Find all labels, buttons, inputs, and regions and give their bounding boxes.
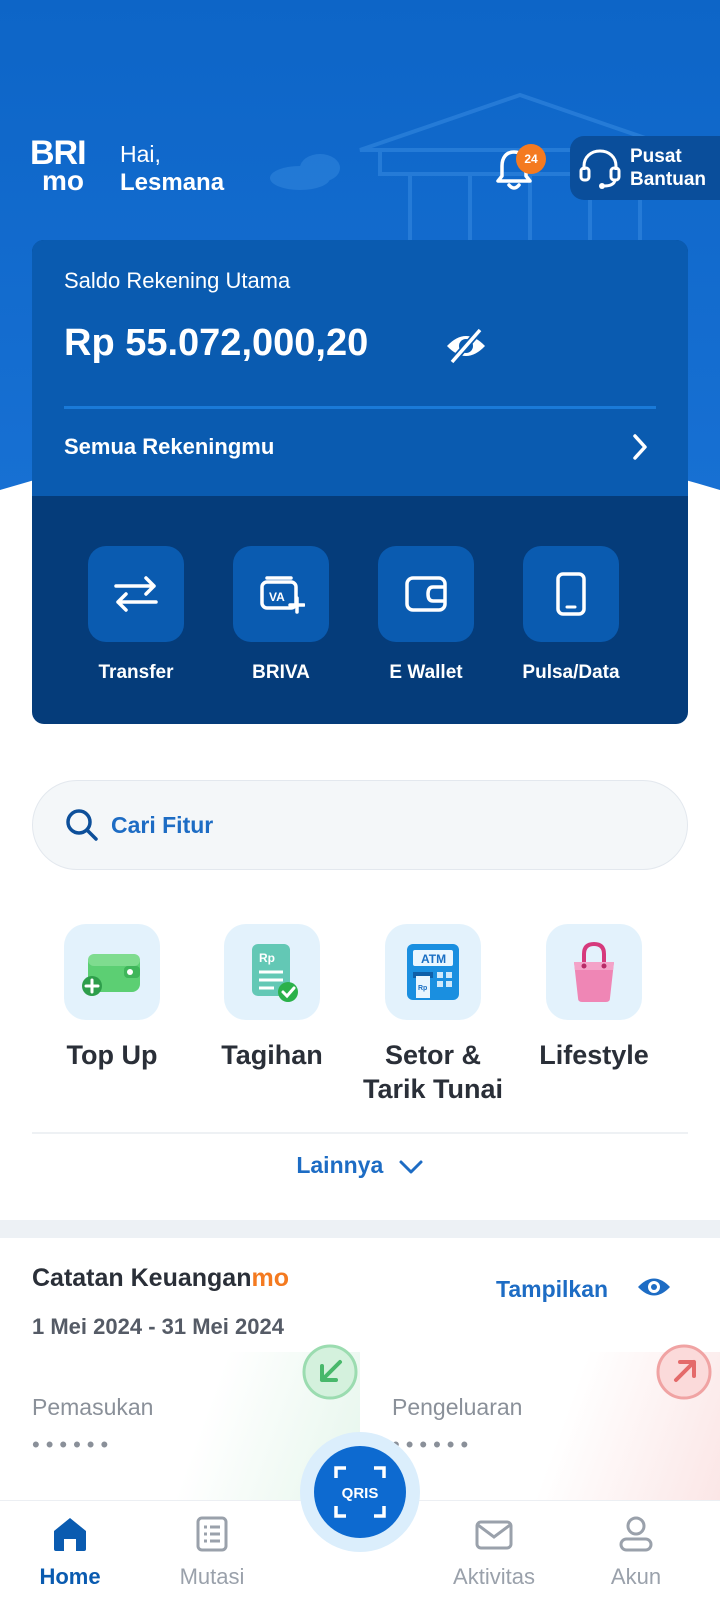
quick-action-label: Pulsa/Data bbox=[522, 662, 620, 683]
feature-top-up[interactable]: Top Up bbox=[32, 924, 192, 1072]
eye-icon[interactable] bbox=[636, 1274, 672, 1300]
balance-label: Saldo Rekening Utama bbox=[64, 268, 291, 293]
nav-label: Mutasi bbox=[179, 1564, 245, 1589]
svg-text:Rp: Rp bbox=[259, 951, 275, 965]
section-divider-band bbox=[0, 1220, 720, 1238]
quick-action-label: Transfer bbox=[98, 662, 174, 683]
nav-aktivitas[interactable]: Aktivitas bbox=[434, 1515, 554, 1590]
finance-title-mo: mo bbox=[251, 1264, 289, 1292]
more-label: Lainnya bbox=[296, 1152, 384, 1178]
quick-action-briva[interactable]: VA BRIVA bbox=[207, 546, 355, 684]
help-label-2: Bantuan bbox=[630, 169, 706, 190]
transfer-icon bbox=[114, 576, 158, 612]
balance-card: Saldo Rekening Utama Rp 55.072,000,20 Se… bbox=[32, 240, 688, 724]
quick-action-transfer[interactable]: Transfer bbox=[62, 546, 210, 684]
feature-label: Lifestyle bbox=[539, 1040, 649, 1070]
headset-icon bbox=[579, 149, 621, 189]
svg-text:Rp: Rp bbox=[418, 985, 427, 992]
feature-icon-box bbox=[546, 924, 642, 1020]
help-label-1: Pusat bbox=[630, 146, 682, 167]
feature-label: Top Up bbox=[66, 1040, 158, 1070]
quick-action-icon-box bbox=[523, 546, 619, 642]
topup-wallet-icon bbox=[82, 954, 140, 996]
quick-action-icon-box bbox=[378, 546, 474, 642]
more-features-button[interactable]: Lainnya bbox=[0, 1152, 720, 1179]
finance-title-text: Catatan Keuangan bbox=[32, 1264, 252, 1292]
brimo-logo: BRI mo bbox=[30, 134, 100, 198]
quick-action-pulsa-data[interactable]: Pulsa/Data bbox=[497, 546, 645, 684]
svg-text:ATM: ATM bbox=[421, 952, 446, 966]
feature-label: Tagihan bbox=[221, 1040, 323, 1070]
chevron-right-icon[interactable] bbox=[630, 432, 650, 462]
nav-label: Akun bbox=[610, 1564, 662, 1589]
help-center-button[interactable]: Pusat Bantuan bbox=[570, 136, 720, 200]
greeting-text: Hai, bbox=[120, 141, 161, 167]
search-icon bbox=[66, 809, 98, 841]
show-finance-button[interactable]: Tampilkan bbox=[496, 1276, 608, 1303]
feature-lifestyle[interactable]: Lifestyle bbox=[514, 924, 674, 1072]
quick-action-icon-box: VA bbox=[233, 546, 329, 642]
briva-icon: VA bbox=[260, 576, 305, 614]
nav-label: Aktivitas bbox=[453, 1564, 535, 1589]
greeting: Hai, Lesmana bbox=[120, 140, 224, 198]
qris-button[interactable]: QRIS bbox=[314, 1446, 406, 1538]
nav-akun[interactable]: Akun bbox=[576, 1515, 696, 1590]
list-icon bbox=[196, 1516, 228, 1552]
quick-action-label: BRIVA bbox=[252, 662, 310, 683]
notification-badge: 24 bbox=[516, 144, 546, 174]
wallet-icon bbox=[405, 576, 447, 612]
quick-action-ewallet[interactable]: E Wallet bbox=[352, 546, 500, 684]
user-icon bbox=[619, 1516, 653, 1552]
divider bbox=[32, 1132, 688, 1134]
income-value: •••••• bbox=[32, 1432, 115, 1457]
nav-label: Home bbox=[39, 1564, 101, 1589]
feature-label: Setor & Tarik Tunai bbox=[362, 1040, 504, 1104]
svg-text:VA: VA bbox=[269, 590, 285, 604]
quick-action-label: E Wallet bbox=[389, 662, 463, 683]
feature-icon-box bbox=[64, 924, 160, 1020]
balance-section: Saldo Rekening Utama Rp 55.072,000,20 Se… bbox=[32, 240, 688, 496]
eye-off-icon[interactable] bbox=[444, 326, 488, 366]
balance-amount: Rp 55.072,000,20 bbox=[64, 322, 369, 364]
shopping-bag-icon bbox=[574, 941, 614, 1002]
expense-label: Pengeluaran bbox=[392, 1394, 523, 1420]
income-label: Pemasukan bbox=[32, 1394, 154, 1420]
search-input[interactable]: Cari Fitur bbox=[32, 780, 688, 870]
atm-icon: ATM Rp bbox=[407, 944, 459, 1000]
search-placeholder: Cari Fitur bbox=[111, 811, 214, 838]
qris-text: QRIS bbox=[342, 1485, 379, 1502]
balance-divider bbox=[64, 406, 656, 409]
phone-icon bbox=[556, 572, 586, 616]
home-icon bbox=[54, 1518, 86, 1551]
nav-mutasi[interactable]: Mutasi bbox=[152, 1515, 272, 1590]
logo-bri-text: BRI bbox=[30, 134, 87, 172]
logo-mo-text: mo bbox=[42, 165, 84, 196]
arrow-up-right-icon bbox=[656, 1344, 712, 1400]
arrow-down-left-icon bbox=[302, 1344, 358, 1400]
user-name: Lesmana bbox=[120, 169, 225, 196]
qris-scan-icon: QRIS bbox=[334, 1466, 386, 1518]
finance-date-range: 1 Mei 2024 - 31 Mei 2024 bbox=[32, 1314, 284, 1339]
bill-icon: Rp bbox=[252, 944, 298, 1002]
chevron-down-icon bbox=[399, 1160, 423, 1174]
feature-setor-tarik-tunai[interactable]: ATM Rp Setor & Tarik Tunai bbox=[353, 924, 513, 1106]
quick-action-icon-box bbox=[88, 546, 184, 642]
feature-tagihan[interactable]: Rp Tagihan bbox=[192, 924, 352, 1072]
nav-home[interactable]: Home bbox=[10, 1515, 130, 1590]
finance-title: Catatan Keuanganmo bbox=[32, 1264, 289, 1293]
mail-icon bbox=[475, 1520, 513, 1550]
feature-icon-box: ATM Rp bbox=[385, 924, 481, 1020]
all-accounts-link[interactable]: Semua Rekeningmu bbox=[64, 434, 274, 460]
feature-icon-box: Rp bbox=[224, 924, 320, 1020]
